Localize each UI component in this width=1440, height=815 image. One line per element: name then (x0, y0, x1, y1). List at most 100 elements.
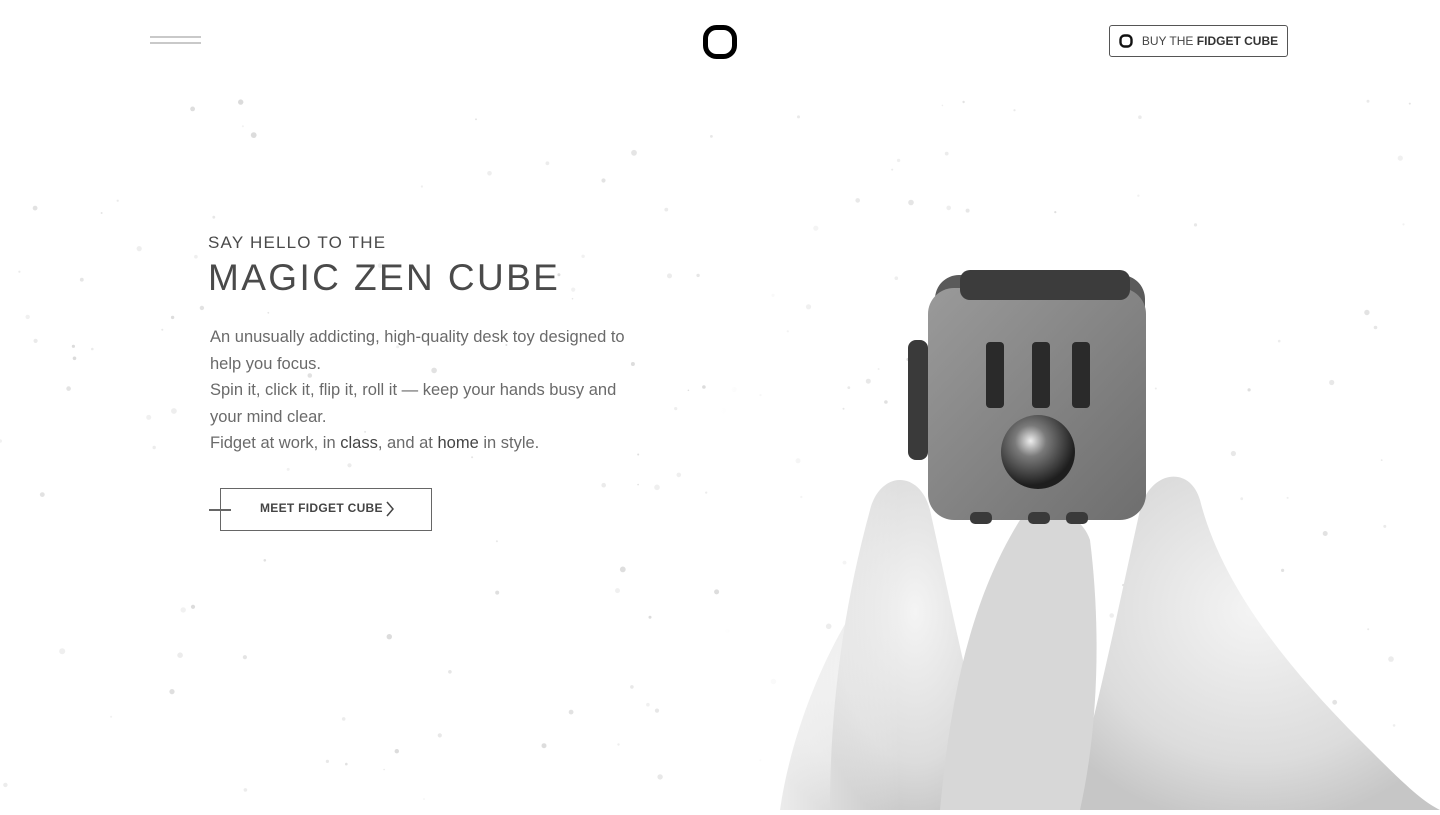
hero-copy: SAY HELLO TO THE MAGIC ZEN CUBE An unusu… (208, 230, 648, 457)
dust-particle (674, 407, 678, 411)
dust-particle (190, 604, 196, 609)
cta-label: MEET FIDGET CUBE (260, 501, 383, 515)
dust-particle (194, 254, 198, 259)
line3-prefix: Fidget at work, in (210, 434, 341, 452)
buy-button-emphasis: FIDGET CUBE (1196, 34, 1279, 48)
dust-particle (59, 648, 66, 655)
dust-particle (648, 615, 652, 619)
dust-particle (91, 347, 94, 351)
dust-particle (710, 135, 713, 138)
hamburger-menu-icon[interactable] (150, 34, 202, 52)
dust-particle (891, 168, 894, 171)
dust-particle (630, 685, 634, 689)
dust-particle (471, 456, 474, 459)
description-line-1: An unusually addicting, high-quality des… (210, 328, 625, 373)
dust-particle (177, 652, 183, 658)
dust-particle (199, 305, 205, 311)
dust-particle (702, 385, 706, 389)
dust-particle (136, 246, 142, 252)
dust-particle (797, 115, 800, 119)
dust-particle (152, 445, 156, 450)
dust-particle (654, 708, 660, 713)
menu-line (150, 42, 201, 44)
dust-particle (39, 492, 45, 497)
dust-particle (619, 566, 626, 573)
home-link: home (437, 434, 479, 452)
dust-particle (3, 782, 8, 788)
dust-particle (169, 689, 175, 695)
dust-particle (962, 100, 965, 104)
logo-icon[interactable] (703, 25, 737, 59)
dust-particle (615, 588, 620, 594)
dust-particle (654, 484, 660, 491)
chevron-right-icon (385, 501, 395, 517)
dust-particle (79, 277, 84, 282)
hero-headline: MAGIC ZEN CUBE (208, 257, 561, 298)
dust-particle (212, 215, 216, 219)
dust-particle (631, 149, 637, 156)
dust-particle (170, 315, 175, 320)
dust-particle (263, 559, 267, 562)
dust-particle (1397, 155, 1403, 161)
dust-particle (696, 273, 700, 278)
dust-particle (32, 205, 38, 211)
dust-particle (146, 414, 152, 420)
dust-particle (475, 118, 477, 121)
buy-button-label: BUY THE FIDGET CUBE (1142, 34, 1278, 48)
dust-particle (1013, 109, 1016, 112)
hero-description: An unusually addicting, high-quality des… (210, 324, 638, 457)
dust-particle (714, 589, 720, 595)
buy-button-prefix: BUY THE (1141, 34, 1194, 48)
dust-particle (325, 759, 329, 764)
dust-particle (242, 655, 247, 660)
dust-particle (18, 270, 21, 273)
dust-particle (1408, 102, 1411, 105)
dust-particle (110, 715, 113, 718)
dust-particle (286, 467, 290, 471)
dust-particle (687, 389, 690, 392)
dust-particle (171, 408, 177, 414)
hero-product-image (720, 180, 1440, 810)
dust-particle (437, 733, 442, 738)
dust-particle (941, 104, 944, 107)
dust-particle (33, 338, 38, 343)
dust-particle (238, 99, 244, 105)
dust-particle (944, 151, 949, 156)
dust-particle (1366, 99, 1370, 103)
dust-particle (66, 386, 71, 391)
dust-particle (180, 607, 186, 613)
dust-particle (423, 798, 425, 800)
dust-particle (71, 344, 75, 348)
line3-suffix: in style. (478, 434, 540, 452)
dust-particle (386, 634, 392, 640)
dust-particle (601, 178, 606, 183)
dust-particle (190, 106, 196, 112)
dust-particle (545, 161, 550, 166)
dust-particle (896, 158, 901, 163)
buy-fidget-cube-button[interactable]: BUY THE FIDGET CUBE (1109, 25, 1288, 57)
dust-particle (250, 132, 257, 139)
dust-particle (568, 709, 574, 715)
dust-particle (617, 743, 620, 746)
meet-fidget-cube-button[interactable]: MEET FIDGET CUBE (209, 488, 432, 531)
dust-particle (243, 788, 248, 792)
dust-particle (637, 483, 639, 486)
dust-particle (241, 125, 244, 128)
dust-particle (341, 717, 346, 721)
dust-particle (448, 670, 452, 674)
dust-particle (657, 774, 663, 780)
line3-mid: , and at (377, 434, 438, 452)
dust-particle (345, 762, 348, 766)
dust-particle (664, 207, 669, 212)
dust-particle (487, 171, 492, 176)
dust-particle (383, 768, 385, 771)
dust-particle (116, 199, 119, 202)
dust-particle (25, 314, 30, 320)
fidget-cube-mini-icon (1119, 34, 1133, 48)
dust-particle (420, 185, 423, 188)
dust-particle (705, 491, 708, 494)
dust-particle (495, 590, 500, 595)
dust-particle (161, 328, 164, 331)
class-link: class (340, 434, 378, 452)
hero-eyebrow: SAY HELLO TO THE (208, 233, 387, 252)
